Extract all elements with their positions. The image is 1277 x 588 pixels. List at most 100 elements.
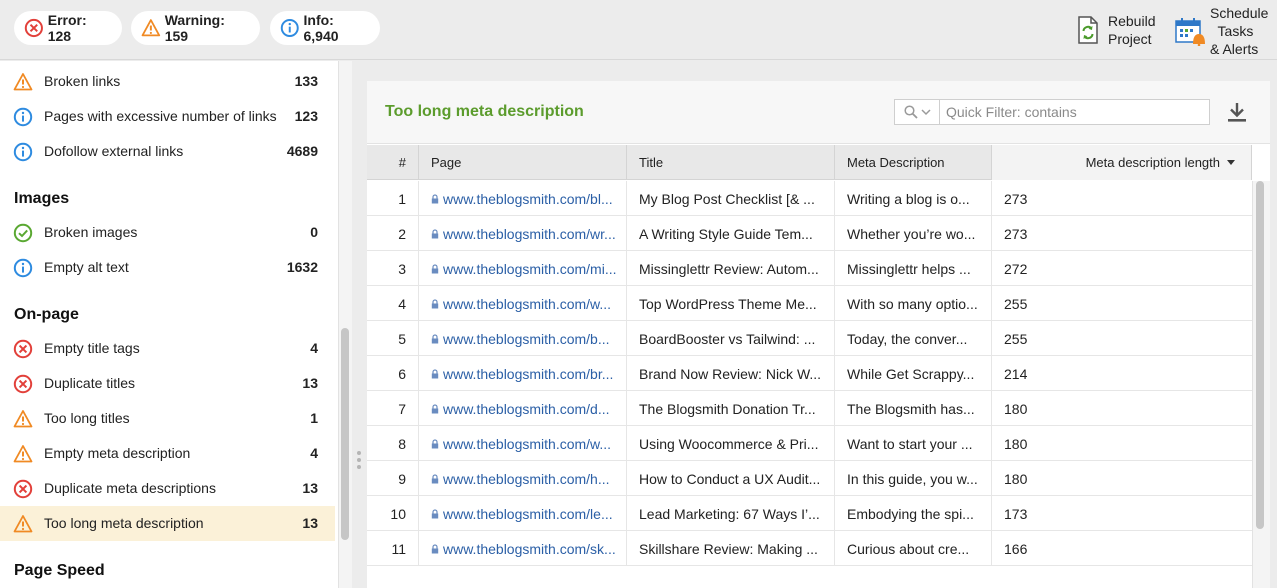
cell-title-text: Top WordPress Theme Me...	[639, 295, 817, 312]
issue-row[interactable]: Duplicate meta descriptions 13	[0, 471, 335, 506]
issue-row[interactable]: Duplicate titles 13	[0, 366, 335, 401]
cell-meta-description: Curious about cre...	[835, 531, 992, 566]
column-header-title[interactable]: Title	[627, 145, 835, 180]
table-row[interactable]: 8 www.theblogsmith.com/w... Using Woocomme…	[367, 426, 1252, 461]
cell-page-link-text[interactable]: www.theblogsmith.com/d...	[443, 401, 610, 417]
table-row[interactable]: 6 www.theblogsmith.com/br... Brand Now Rev…	[367, 356, 1252, 391]
lock-icon	[431, 228, 439, 238]
issue-row[interactable]: Too long meta description 13	[0, 506, 335, 541]
quick-filter-input[interactable]	[946, 101, 1201, 123]
cell-title-text: A Writing Style Guide Tem...	[639, 225, 813, 242]
cell-meta-description-text: Whether you’re wo...	[847, 225, 976, 242]
issue-row-label: Duplicate titles	[44, 375, 136, 391]
cell-page-link[interactable]: www.theblogsmith.com/d...	[419, 391, 627, 426]
cell-page-link-text[interactable]: www.theblogsmith.com/mi...	[443, 261, 617, 277]
table-scrollbar-thumb[interactable]	[1256, 181, 1264, 529]
filter-options-button[interactable]	[895, 100, 940, 124]
cell-meta-length-text: 273	[1004, 190, 1028, 207]
cell-meta-length-text: 272	[1004, 260, 1028, 277]
schedule-tasks-button[interactable]: Schedule Tasks & Alerts	[1174, 4, 1268, 58]
cell-number: 11	[367, 531, 419, 566]
cell-page-link-text[interactable]: www.theblogsmith.com/bl...	[443, 191, 613, 207]
issue-row[interactable]: Pages with excessive number of links 123	[0, 99, 335, 134]
column-header-meta-length[interactable]: Meta description length	[992, 145, 1252, 180]
cell-page-link[interactable]: www.theblogsmith.com/sk...	[419, 531, 627, 566]
error-count-pill[interactable]: Error: 128	[14, 11, 122, 45]
cell-page-link[interactable]: www.theblogsmith.com/wr...	[419, 216, 627, 251]
table-row[interactable]: 10 www.theblogsmith.com/le... Lead Marketi…	[367, 496, 1252, 531]
cell-meta-length-text: 255	[1004, 330, 1028, 347]
cell-number-text: 10	[390, 505, 406, 522]
panel-splitter[interactable]	[352, 61, 366, 588]
rebuild-project-button[interactable]: Rebuild Project	[1076, 12, 1155, 48]
table-row[interactable]: 2 www.theblogsmith.com/wr... A Writing Sty…	[367, 216, 1252, 251]
cell-title: Brand Now Review: Nick W...	[627, 356, 835, 391]
sidebar-scrollbar-thumb[interactable]	[341, 328, 349, 540]
cell-page-link[interactable]: www.theblogsmith.com/br...	[419, 356, 627, 391]
splitter-grip-dot	[357, 465, 361, 469]
cell-meta-length: 273	[992, 216, 1252, 251]
cell-page-link-text[interactable]: www.theblogsmith.com/w...	[443, 296, 611, 312]
cell-number: 5	[367, 321, 419, 356]
table-row[interactable]: 1 www.theblogsmith.com/bl... My Blog Post …	[367, 181, 1252, 216]
column-header-meta-description[interactable]: Meta Description	[835, 145, 992, 180]
lock-icon	[431, 508, 439, 518]
cell-page-link-text[interactable]: www.theblogsmith.com/br...	[443, 366, 613, 382]
info-count-pill[interactable]: Info: 6,940	[270, 11, 380, 45]
issue-row[interactable]: Dofollow external links 4689	[0, 134, 335, 169]
cell-meta-description: Writing a blog is o...	[835, 181, 992, 216]
cell-title: BoardBooster vs Tailwind: ...	[627, 321, 835, 356]
lock-icon	[431, 368, 439, 378]
column-header-number[interactable]: #	[367, 145, 419, 180]
warning-count-pill[interactable]: Warning: 159	[131, 11, 260, 45]
lock-icon	[431, 298, 439, 308]
panel-header: Too long meta description	[367, 81, 1270, 144]
issue-row[interactable]: Empty title tags 4	[0, 331, 335, 366]
cell-meta-length-text: 166	[1004, 540, 1028, 557]
warning-icon	[13, 72, 33, 92]
cell-page-link-text[interactable]: www.theblogsmith.com/b...	[443, 331, 610, 347]
cell-page-link[interactable]: www.theblogsmith.com/b...	[419, 321, 627, 356]
warning-icon	[141, 19, 161, 37]
chevron-down-icon	[920, 109, 931, 116]
cell-page-link[interactable]: www.theblogsmith.com/h...	[419, 461, 627, 496]
cell-meta-description-text: Curious about cre...	[847, 540, 970, 557]
column-header-page[interactable]: Page	[419, 145, 627, 180]
table-row[interactable]: 4 www.theblogsmith.com/w... Top WordPress …	[367, 286, 1252, 321]
cell-meta-description-text: Today, the conver...	[847, 330, 968, 347]
cell-page-link[interactable]: www.theblogsmith.com/bl...	[419, 181, 627, 216]
issue-row-label: Empty meta description	[44, 445, 191, 461]
table-row[interactable]: 3 www.theblogsmith.com/mi... Missinglettr …	[367, 251, 1252, 286]
cell-number: 10	[367, 496, 419, 531]
table-row[interactable]: 11 www.theblogsmith.com/sk... Skillshare R…	[367, 531, 1252, 566]
download-icon[interactable]	[1225, 101, 1249, 123]
table-row[interactable]: 9 www.theblogsmith.com/h... How to Conduct…	[367, 461, 1252, 496]
cell-number: 1	[367, 181, 419, 216]
cell-meta-length: 255	[992, 286, 1252, 321]
issue-row[interactable]: Broken images 0	[0, 215, 335, 250]
error-icon	[13, 374, 33, 394]
issue-row[interactable]: Empty meta description 4	[0, 436, 335, 471]
issues-sidebar: Broken links 133 Pages with excessive numb…	[0, 61, 352, 588]
cell-page-link-text[interactable]: www.theblogsmith.com/sk...	[443, 541, 616, 557]
cell-page-link[interactable]: www.theblogsmith.com/le...	[419, 496, 627, 531]
cell-number-text: 5	[398, 330, 406, 347]
cell-page-link-text[interactable]: www.theblogsmith.com/le...	[443, 506, 613, 522]
warning-icon	[13, 444, 33, 464]
cell-page-link-text[interactable]: www.theblogsmith.com/h...	[443, 471, 610, 487]
cell-meta-description-text: In this guide, you w...	[847, 470, 978, 487]
table-row[interactable]: 5 www.theblogsmith.com/b... BoardBooster v…	[367, 321, 1252, 356]
cell-page-link-text[interactable]: www.theblogsmith.com/w...	[443, 436, 611, 452]
cell-page-link[interactable]: www.theblogsmith.com/w...	[419, 286, 627, 321]
issue-row-label: Broken links	[44, 73, 121, 89]
issue-row[interactable]: Too long titles 1	[0, 401, 335, 436]
issue-row-count: 1	[310, 410, 318, 426]
error-icon	[13, 339, 33, 359]
table-row[interactable]: 7 www.theblogsmith.com/d... The Blogsmith …	[367, 391, 1252, 426]
cell-page-link-text[interactable]: www.theblogsmith.com/wr...	[443, 226, 616, 242]
cell-page-link[interactable]: www.theblogsmith.com/mi...	[419, 251, 627, 286]
issue-row[interactable]: Broken links 133	[0, 64, 335, 99]
cell-page-link[interactable]: www.theblogsmith.com/w...	[419, 426, 627, 461]
issue-row[interactable]: Empty alt text 1632	[0, 250, 335, 285]
cell-meta-length: 166	[992, 531, 1252, 566]
